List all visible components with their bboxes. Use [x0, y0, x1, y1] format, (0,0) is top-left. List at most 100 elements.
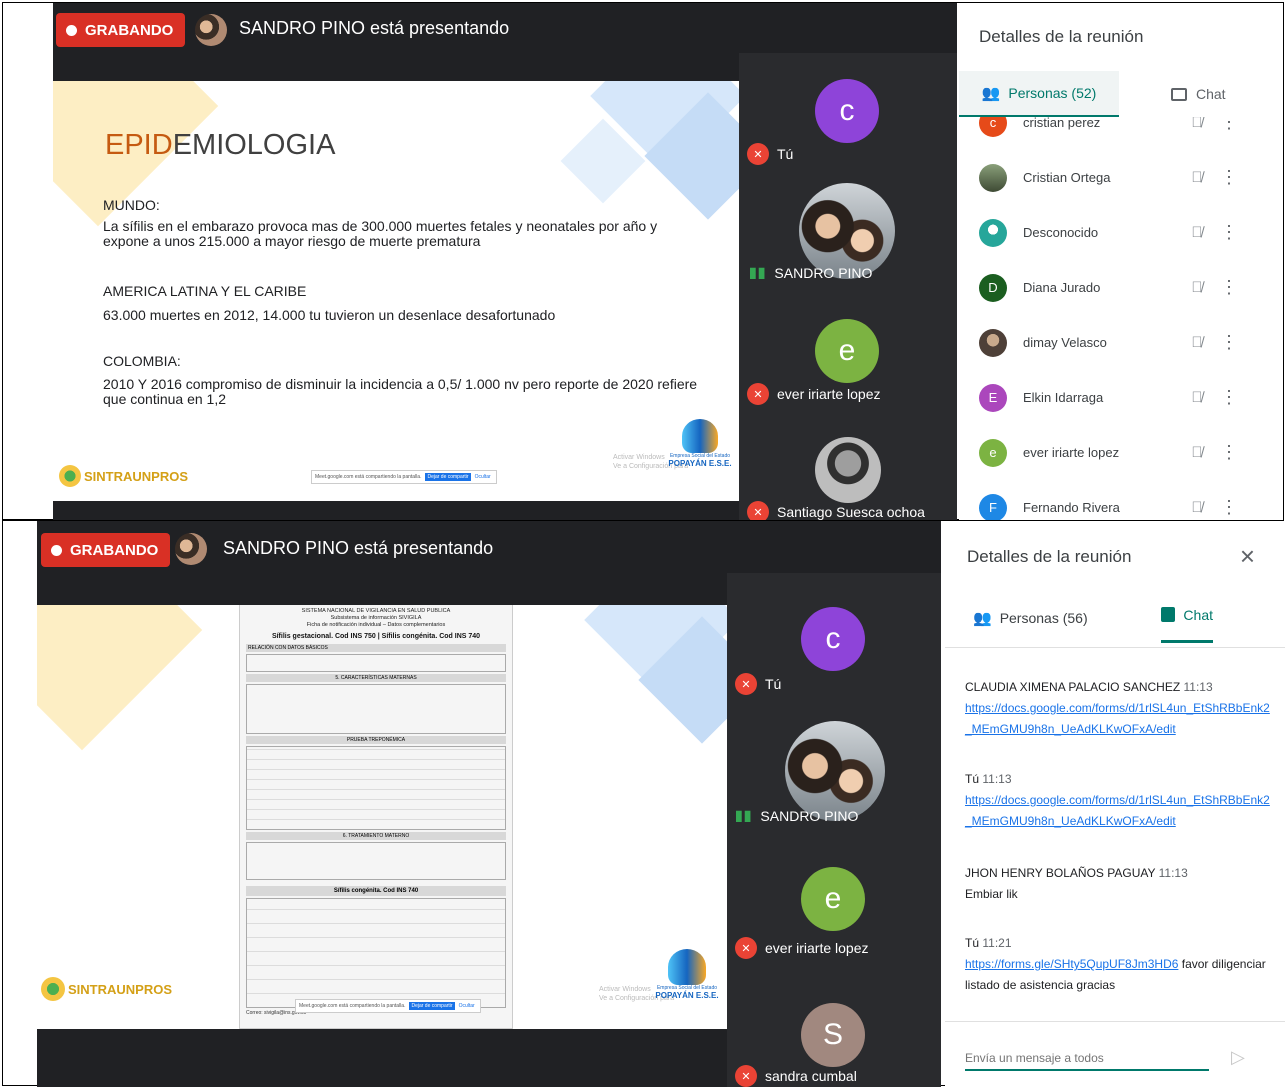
list-item[interactable]: Desconocido 🎙̸ ⋮ — [959, 205, 1283, 260]
form-title: Sífilis gestacional. Cod INS 750 | Sífil… — [271, 633, 481, 640]
tab-chat[interactable]: Chat — [1171, 71, 1251, 117]
tab-people[interactable]: 👥 Personas (52) — [959, 71, 1119, 117]
stop-sharing-button[interactable]: Dejar de compartir — [409, 1002, 455, 1010]
list-item[interactable]: E Elkin Idarraga 🎙̸ ⋮ — [959, 370, 1283, 425]
more-options-icon[interactable]: ⋮ — [1219, 167, 1239, 188]
participant-photo-sandro[interactable] — [785, 721, 885, 821]
more-options-icon[interactable]: ⋮ — [1219, 117, 1239, 133]
logo-sintraunpros: SINTRAUNPROS — [41, 977, 172, 1001]
mic-off-icon: 🎙̸ — [1191, 224, 1203, 241]
chat-message-input[interactable] — [965, 1047, 1209, 1071]
avatar: E — [979, 383, 1007, 412]
logo-sintraunpros: SINTRAUNPROS — [59, 465, 188, 487]
screenshot-top: GRABANDO SANDRO PINO está presentando EP… — [2, 2, 1284, 521]
people-list: c cristian perez 🎙̸ ⋮ Cristian Ortega 🎙̸ ⋮… — [959, 117, 1283, 521]
participant-strip: c ✕ Tú ▮▮ SANDRO PINO e ✕ ever iriarte lope… — [739, 53, 957, 521]
list-item[interactable]: D Diana Jurado 🎙̸ ⋮ — [959, 260, 1283, 315]
more-options-icon[interactable]: ⋮ — [1219, 222, 1239, 243]
avatar: D — [979, 273, 1007, 302]
participant-name: ✕ ever iriarte lopez — [735, 937, 869, 959]
participant-name: ✕ sandra cumbal — [735, 1065, 857, 1087]
recording-badge: GRABANDO — [41, 533, 171, 567]
section-heading: MUNDO: — [103, 197, 160, 213]
presenting-bar: GRABANDO SANDRO PINO está presentando — [37, 521, 941, 579]
list-item[interactable]: F Fernando Rivera 🎙̸ ⋮ — [959, 480, 1283, 521]
divider — [945, 1021, 1285, 1022]
share-notice-bar: Meet.google.com está compartiendo la pan… — [295, 999, 481, 1013]
mic-off-icon: 🎙̸ — [1191, 499, 1203, 516]
avatar: c — [979, 117, 1007, 137]
share-notice-bar: Meet.google.com está compartiendo la pan… — [311, 470, 497, 484]
meeting-details-panel: Detalles de la reunión 👥 Personas (52) Ch… — [959, 3, 1283, 521]
participant-tile-sandra[interactable]: S — [801, 1003, 865, 1067]
presenter-text: SANDRO PINO está presentando — [239, 18, 510, 38]
section-body: La sífilis en el embarazo provoca mas de… — [103, 218, 658, 249]
sun-icon — [59, 465, 81, 487]
record-dot-icon — [51, 544, 62, 556]
chat-icon — [1161, 607, 1176, 622]
chat-icon — [1171, 87, 1187, 101]
chat-link[interactable]: https://forms.gle/SHty5QupUF8Jm3HD6 — [965, 957, 1178, 971]
screenshot-bottom: GRABANDO SANDRO PINO está presentando SI… — [2, 520, 1285, 1087]
list-item[interactable]: c cristian perez 🎙̸ ⋮ — [959, 117, 1283, 150]
mic-off-icon: 🎙̸ — [1191, 279, 1203, 296]
participant-strip: c ✕ Tú ▮▮ SANDRO PINO e ✕ ever iriarte lope… — [727, 573, 941, 1087]
mic-off-icon: 🎙̸ — [1191, 117, 1203, 131]
chat-message: JHON HENRY BOLAÑOS PAGUAY 11:13 Embiar l… — [965, 866, 1188, 901]
list-item[interactable]: e ever iriarte lopez 🎙̸ ⋮ — [959, 425, 1283, 480]
mic-off-icon: ✕ — [735, 1065, 757, 1087]
tab-people[interactable]: 👥 Personas (56) — [973, 601, 1088, 635]
avatar — [979, 218, 1007, 247]
chat-link[interactable]: https://docs.google.com/forms/d/1rlSL4un… — [965, 793, 1270, 828]
tab-chat[interactable]: Chat — [1161, 601, 1213, 643]
section-heading: COLOMBIA: — [103, 353, 181, 369]
slide-title: EPIDEMIOLOGIA — [105, 129, 336, 161]
participant-tile-tu[interactable]: c — [801, 607, 865, 671]
more-options-icon[interactable]: ⋮ — [1219, 497, 1239, 518]
mic-off-icon: 🎙̸ — [1191, 444, 1203, 461]
participant-tile-ever[interactable]: e — [801, 867, 865, 931]
mic-off-icon: ✕ — [735, 937, 757, 959]
presentation-slide: SISTEMA NACIONAL DE VIGILANCIA EN SALUD … — [37, 605, 727, 1029]
mic-off-icon: ✕ — [735, 673, 757, 695]
participant-name: ▮▮ SANDRO PINO — [749, 264, 873, 281]
stop-sharing-button[interactable]: Dejar de compartir — [425, 473, 471, 481]
avatar — [979, 328, 1007, 357]
panel-title: Detalles de la reunión — [979, 27, 1144, 46]
more-options-icon[interactable]: ⋮ — [1219, 387, 1239, 408]
speaking-icon: ▮▮ — [735, 807, 753, 823]
avatar: F — [979, 493, 1007, 521]
more-options-icon[interactable]: ⋮ — [1219, 442, 1239, 463]
people-logo-icon — [682, 419, 718, 453]
more-options-icon[interactable]: ⋮ — [1219, 332, 1239, 353]
meeting-details-panel: Detalles de la reunión × 👥 Personas (56) … — [945, 521, 1285, 1087]
mic-off-icon: 🎙̸ — [1191, 169, 1203, 186]
chat-message: CLAUDIA XIMENA PALACIO SANCHEZ 11:13 htt… — [965, 680, 1270, 736]
presenter-text: SANDRO PINO está presentando — [223, 538, 494, 558]
participant-name: ▮▮ SANDRO PINO — [735, 807, 859, 824]
recording-badge: GRABANDO — [56, 13, 186, 47]
send-icon[interactable]: ▷ — [1231, 1047, 1245, 1068]
participant-name: ✕ Tú — [747, 143, 793, 165]
logo-popayan: Empresa Social del Estado POPAYÁN E.S.E. — [665, 419, 735, 468]
avatar — [979, 163, 1007, 192]
presenter-avatar — [195, 14, 227, 46]
participant-name: ✕ ever iriarte lopez — [747, 383, 881, 405]
section-heading: AMERICA LATINA Y EL CARIBE — [103, 283, 307, 299]
list-item[interactable]: dimay Velasco 🎙̸ ⋮ — [959, 315, 1283, 370]
people-icon: 👥 — [973, 610, 992, 627]
participant-name: ✕ Tú — [735, 673, 781, 695]
presentation-slide: EPIDEMIOLOGIA MUNDO: La sífilis en el em… — [53, 81, 739, 501]
mic-off-icon: ✕ — [747, 501, 769, 521]
participant-name: ✕ Santiago Suesca ochoa — [747, 501, 925, 521]
chat-link[interactable]: https://docs.google.com/forms/d/1rlSL4un… — [965, 701, 1270, 736]
participant-tile-tu[interactable]: c — [815, 79, 879, 143]
more-options-icon[interactable]: ⋮ — [1219, 277, 1239, 298]
participant-tile-ever[interactable]: e — [815, 319, 879, 383]
list-item[interactable]: Cristian Ortega 🎙̸ ⋮ — [959, 150, 1283, 205]
participant-photo-santiago[interactable] — [815, 437, 881, 503]
close-icon[interactable]: × — [1240, 541, 1255, 572]
decor-shape — [37, 605, 203, 751]
hide-button[interactable]: Ocultar — [475, 474, 491, 480]
hide-button[interactable]: Ocultar — [459, 1003, 475, 1009]
